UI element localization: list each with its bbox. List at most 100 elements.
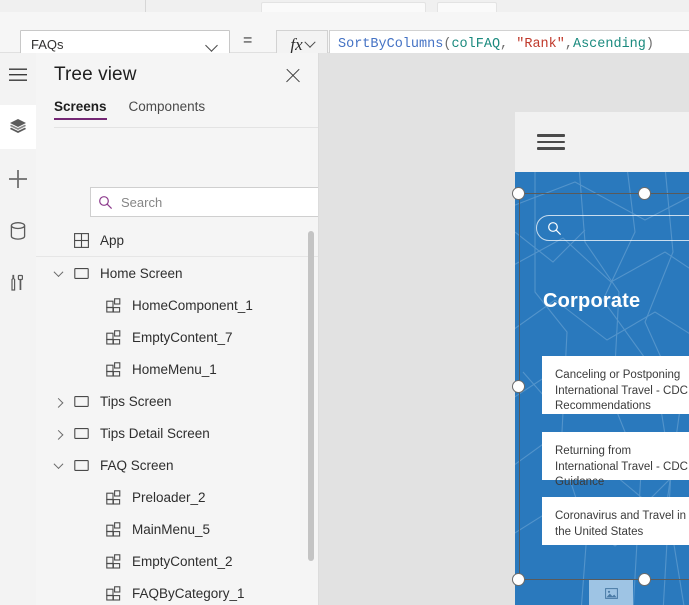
twisty-placeholder bbox=[80, 321, 100, 353]
tree-item-icon bbox=[100, 298, 126, 313]
toolbar-control-1[interactable] bbox=[261, 2, 426, 12]
tree-item-label: HomeComponent_1 bbox=[126, 298, 253, 313]
selection-handle-middle-left[interactable] bbox=[512, 380, 525, 393]
rail-button-tree-view[interactable] bbox=[0, 105, 36, 149]
tree-item-icon bbox=[100, 330, 126, 345]
app-preview: Corporate Canceling or Postponing Intern… bbox=[515, 112, 689, 605]
component-icon bbox=[106, 586, 121, 601]
tree-item-label: Preloader_2 bbox=[126, 490, 206, 505]
faq-card[interactable]: Canceling or Postponing International Tr… bbox=[542, 356, 689, 414]
faq-card[interactable]: Coronavirus and Travel in the United Sta… bbox=[542, 497, 689, 545]
formula-bar: FAQs = fx SortByColumns(colFAQ, "Rank",A… bbox=[0, 12, 689, 53]
faq-card-text: Canceling or Postponing International Tr… bbox=[555, 369, 688, 412]
tree-item-home-screen[interactable]: Home Screen bbox=[36, 257, 318, 289]
faq-card-text: Coronavirus and Travel in the United Sta… bbox=[555, 510, 686, 538]
tab-screens[interactable]: Screens bbox=[54, 99, 107, 120]
preview-header bbox=[515, 112, 689, 172]
tree-item-label: Home Screen bbox=[94, 266, 183, 281]
twisty-placeholder bbox=[80, 513, 100, 545]
tree-item-icon bbox=[100, 362, 126, 377]
twisty-placeholder bbox=[48, 225, 68, 257]
tree-item-icon bbox=[100, 490, 126, 505]
rail-button-menu[interactable] bbox=[0, 53, 36, 97]
formula-text: SortByColumns(colFAQ, "Rank",Ascending) bbox=[338, 37, 654, 52]
preview-blue-panel: Corporate Canceling or Postponing Intern… bbox=[515, 172, 689, 605]
twisty-placeholder bbox=[80, 481, 100, 513]
formula-token: ) bbox=[646, 37, 654, 52]
selection-edge-top bbox=[519, 193, 689, 194]
tree-item-faq-screen[interactable]: FAQ Screen bbox=[36, 449, 318, 481]
function-icon: fx bbox=[290, 36, 302, 53]
formula-token: SortByColumns bbox=[338, 37, 443, 52]
rail-button-data[interactable] bbox=[0, 209, 36, 253]
formula-token: "Rank" bbox=[516, 37, 565, 52]
faq-card[interactable]: Returning from International Travel - CD… bbox=[542, 432, 689, 480]
chevron-down-icon[interactable] bbox=[48, 449, 68, 481]
tree-item-icon bbox=[68, 458, 94, 473]
selection-edge-bottom bbox=[519, 579, 689, 580]
chevron-down-icon bbox=[203, 36, 221, 54]
tree-item-tips-detail-screen[interactable]: Tips Detail Screen bbox=[36, 417, 318, 449]
equals-sign: = bbox=[243, 32, 252, 50]
app-icon bbox=[74, 233, 89, 248]
chevron-right-icon[interactable] bbox=[48, 385, 68, 417]
tree-scrollbar-thumb[interactable] bbox=[308, 231, 314, 561]
left-icon-rail bbox=[0, 53, 37, 605]
property-dropdown-value: FAQs bbox=[21, 37, 203, 52]
tree-item-emptycontent-2[interactable]: EmptyContent_2 bbox=[36, 545, 318, 577]
plus-icon bbox=[9, 170, 27, 188]
hamburger-menu-icon[interactable] bbox=[537, 130, 565, 153]
chevron-right-icon[interactable] bbox=[48, 417, 68, 449]
hamburger-menu-icon bbox=[9, 68, 27, 82]
tree-item-homemenu-1[interactable]: HomeMenu_1 bbox=[36, 353, 318, 385]
tree-item-label: Tips Screen bbox=[94, 394, 172, 409]
tree-item-icon bbox=[68, 266, 94, 281]
toolbar-control-2[interactable] bbox=[437, 2, 497, 12]
rail-button-advanced-tools[interactable] bbox=[0, 261, 36, 305]
tree-item-icon bbox=[100, 522, 126, 537]
selection-handle-top-center[interactable] bbox=[638, 187, 651, 200]
chevron-down-icon bbox=[304, 36, 315, 47]
twisty-placeholder bbox=[80, 577, 100, 605]
selection-handle-bottom-left[interactable] bbox=[512, 573, 525, 586]
tree-item-label: FAQByCategory_1 bbox=[126, 586, 245, 601]
tree-search-box[interactable] bbox=[90, 187, 319, 217]
screen-icon bbox=[74, 458, 89, 473]
tree-view-panel: Tree view Screens Components AppHome Scr… bbox=[36, 53, 319, 605]
selection-handle-bottom-center[interactable] bbox=[638, 573, 651, 586]
close-icon[interactable] bbox=[282, 65, 304, 87]
tree-item-preloader-2[interactable]: Preloader_2 bbox=[36, 481, 318, 513]
tree-item-label: EmptyContent_2 bbox=[126, 554, 233, 569]
preview-search-box[interactable] bbox=[536, 215, 689, 241]
preview-title: Corporate bbox=[543, 290, 640, 313]
tree-scrollbar[interactable] bbox=[308, 231, 314, 605]
search-icon bbox=[547, 221, 562, 236]
layers-icon bbox=[8, 117, 28, 137]
tree-view-tabs: Screens Components bbox=[36, 99, 318, 127]
tree-item-tips-screen[interactable]: Tips Screen bbox=[36, 385, 318, 417]
tree-item-label: MainMenu_5 bbox=[126, 522, 210, 537]
search-icon bbox=[91, 195, 119, 210]
component-icon bbox=[106, 362, 121, 377]
tree-item-homecomponent-1[interactable]: HomeComponent_1 bbox=[36, 289, 318, 321]
chevron-down-icon[interactable] bbox=[48, 257, 68, 289]
tree-item-emptycontent-7[interactable]: EmptyContent_7 bbox=[36, 321, 318, 353]
formula-token: , bbox=[565, 37, 573, 52]
toolbar-separator bbox=[145, 0, 146, 12]
tree-item-label: App bbox=[94, 233, 124, 248]
tree-item-mainmenu-5[interactable]: MainMenu_5 bbox=[36, 513, 318, 545]
component-icon bbox=[106, 490, 121, 505]
component-icon bbox=[106, 298, 121, 313]
database-icon bbox=[10, 222, 26, 240]
twisty-placeholder bbox=[80, 545, 100, 577]
selection-handle-top-left[interactable] bbox=[512, 187, 525, 200]
search-input[interactable] bbox=[119, 194, 319, 211]
app-canvas[interactable]: Corporate Canceling or Postponing Intern… bbox=[319, 53, 689, 605]
component-icon bbox=[106, 554, 121, 569]
tab-components[interactable]: Components bbox=[129, 99, 206, 120]
tree-item-faqbycategory-1[interactable]: FAQByCategory_1 bbox=[36, 577, 318, 605]
rail-button-insert[interactable] bbox=[0, 157, 36, 201]
preview-mini-tile[interactable] bbox=[589, 580, 633, 605]
tree-item-app[interactable]: App bbox=[36, 225, 318, 257]
tree-item-icon bbox=[68, 233, 94, 248]
